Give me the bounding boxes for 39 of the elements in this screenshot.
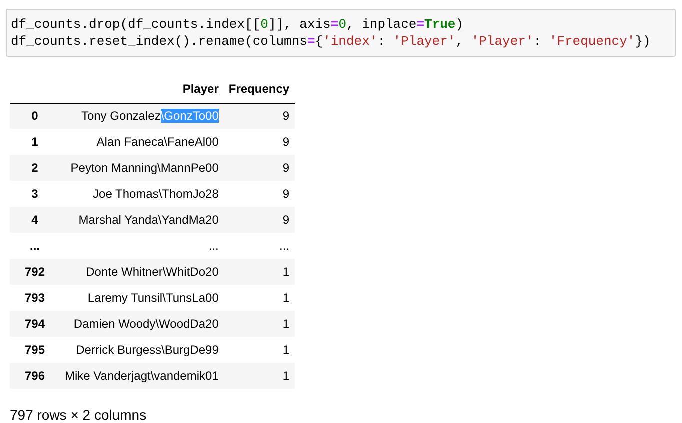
column-header: Player	[60, 75, 224, 103]
table-cell: Damien Woody\WoodDa20	[60, 311, 224, 337]
table-cell: 1	[224, 259, 295, 285]
table-cell: Laremy Tunsil\TunsLa00	[60, 285, 224, 311]
code-cell[interactable]: df_counts.drop(df_counts.index[[0]], axis=0, inplace=True) df_counts.reset_index().rename(columns={'index': 'Player', 'Player': 'Frequency'})	[6, 9, 676, 57]
code-line: df_counts.reset_index().rename(columns={'index': 'Player', 'Player': 'Frequency'})	[11, 33, 652, 50]
row-index: 0	[10, 103, 60, 129]
row-index: 4	[10, 207, 60, 233]
table-cell: Donte Whitner\WhitDo20	[60, 259, 224, 285]
table-cell: 9	[224, 181, 295, 207]
table-cell: ...	[224, 233, 295, 259]
table-cell: ...	[60, 233, 224, 259]
table-cell: Alan Faneca\FaneAl00	[60, 129, 224, 155]
table-cell: Marshal Yanda\YandMa20	[60, 207, 224, 233]
table-cell: 1	[224, 363, 295, 389]
table-cell: Joe Thomas\ThomJo28	[60, 181, 224, 207]
table-cell: Mike Vanderjagt\vandemik01	[60, 363, 224, 389]
table-cell: 9	[224, 207, 295, 233]
row-index: 792	[10, 259, 60, 285]
table-cell: 9	[224, 103, 295, 129]
table-cell: 1	[224, 337, 295, 363]
row-index: 1	[10, 129, 60, 155]
row-index: 796	[10, 363, 60, 389]
row-index: 793	[10, 285, 60, 311]
row-index: 794	[10, 311, 60, 337]
table-cell: Peyton Manning\MannPe00	[60, 155, 224, 181]
column-header: Frequency	[224, 75, 295, 103]
code-line: df_counts.drop(df_counts.index[[0]], axis=0, inplace=True)	[11, 16, 465, 33]
table-cell: 1	[224, 285, 295, 311]
row-index: 3	[10, 181, 60, 207]
shape-note: 797 rows × 2 columns	[10, 406, 148, 423]
row-index: 2	[10, 155, 60, 181]
table-cell: 9	[224, 155, 295, 181]
table-cell: Derrick Burgess\BurgDe99	[60, 337, 224, 363]
row-index: ...	[10, 233, 60, 259]
table-cell: Tony Gonzalez\GonzTo00	[60, 103, 224, 129]
table-cell: 1	[224, 311, 295, 337]
table-cell: 9	[224, 129, 295, 155]
row-index: 795	[10, 337, 60, 363]
